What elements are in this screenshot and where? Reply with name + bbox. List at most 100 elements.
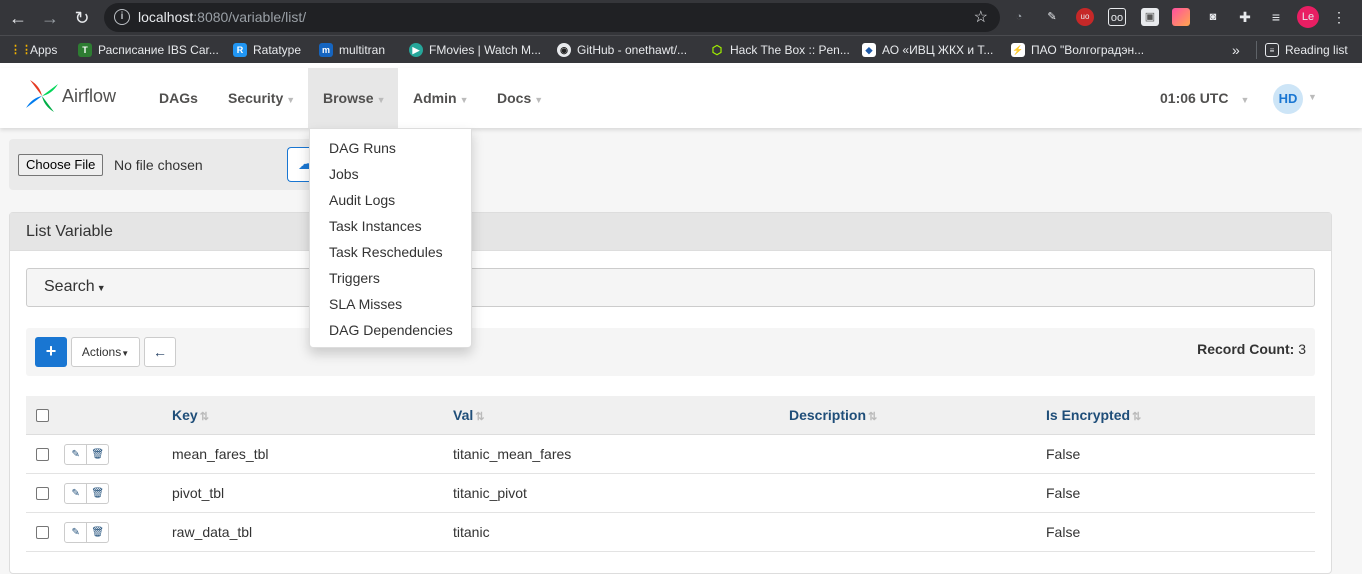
nav-label: DAGs [159,90,198,106]
extension-icon[interactable] [1172,8,1190,26]
camera-icon[interactable]: ◙ [1204,8,1222,26]
bookmark-item[interactable]: ▶ FMovies | Watch M... [409,41,541,59]
choose-file-button[interactable]: Choose File [18,154,104,176]
bookmark-apps[interactable]: ⋮⋮ Apps [10,41,57,59]
bookmark-item[interactable]: T Расписание IBS Car... [78,41,219,59]
nav-dags[interactable]: DAGs [144,68,213,128]
extension-icon[interactable]: oo [1108,8,1126,26]
panel-title: List Variable [10,213,1331,251]
airflow-logo-icon[interactable] [24,78,60,114]
record-count: Record Count: 3 [1197,341,1306,357]
edit-icon[interactable]: ✎ [65,445,86,464]
media-queue-icon[interactable]: ≡ [1267,8,1285,26]
menu-item-triggers[interactable]: Triggers [310,265,471,291]
menu-item-dag-runs[interactable]: DAG Runs [310,135,471,161]
reading-list-button[interactable]: ≡ Reading list [1256,41,1348,59]
back-arrow-icon[interactable]: ← [6,6,30,30]
address-bar[interactable]: i localhost:8080/variable/list/ ☆ [104,3,1000,32]
menu-item-task-instances[interactable]: Task Instances [310,213,471,239]
more-bookmarks-button[interactable]: » [1232,41,1240,59]
trash-icon[interactable]: 🗑 [86,445,108,464]
row-checkbox[interactable] [36,526,49,539]
add-record-button[interactable]: + [35,337,67,367]
action-toolbar: + Actions▼ ← Record Count: 3 [26,328,1315,376]
actions-dropdown-button[interactable]: Actions▼ [71,337,140,367]
edit-icon[interactable]: ✎ [65,523,86,542]
row-actions: ✎ 🗑 [64,483,109,504]
nav-docs[interactable]: Docs ▼ [482,68,558,128]
row-checkbox[interactable] [36,448,49,461]
variables-table: Key ⇅ Val ⇅ Description ⇅ Is Encrypted ⇅ ✎ 🗑 … [26,396,1315,552]
column-header-description[interactable]: Description ⇅ [789,396,877,435]
bookmark-favicon-icon: ▶ [409,43,423,57]
column-header-is-encrypted[interactable]: Is Encrypted ⇅ [1046,396,1141,435]
apps-grid-icon: ⋮⋮ [10,44,32,56]
table-row: ✎ 🗑 mean_fares_tbl titanic_mean_fares Fal… [26,435,1315,474]
extension-icon[interactable]: ✎ [1043,8,1061,26]
trash-icon[interactable]: 🗑 [86,484,108,503]
header-label: Description [789,407,867,423]
menu-item-sla-misses[interactable]: SLA Misses [310,291,471,317]
menu-item-task-reschedules[interactable]: Task Reschedules [310,239,471,265]
edit-icon[interactable]: ✎ [65,484,86,503]
bookmark-favicon-icon: ◆ [862,43,876,57]
url-text: localhost:8080/variable/list/ [138,9,307,25]
extension-icon[interactable]: ◔ [1010,8,1028,26]
cell-is-encrypted: False [1046,446,1081,462]
browser-toolbar: ← → ↻ i localhost:8080/variable/list/ ☆ … [0,0,1362,35]
bookmark-item[interactable]: ⚡ ПАО "Волгоградэн... [1011,41,1144,59]
bookmark-item[interactable]: ⬡ Hack The Box :: Pen... [710,41,850,59]
bookmark-item[interactable]: ◉ GitHub - onethawt/... [557,41,687,59]
search-dropdown-toggle[interactable]: Search ▼ [44,278,106,296]
reload-icon[interactable]: ↻ [70,6,94,30]
table-row: ✎ 🗑 pivot_tbl titanic_pivot False [26,474,1315,513]
brand-name[interactable]: Airflow [62,86,116,107]
extension-icon[interactable]: ▣ [1141,8,1159,26]
search-label: Search [44,278,95,295]
puzzle-icon[interactable]: ✚ [1236,8,1254,26]
forward-arrow-icon[interactable]: → [38,6,62,30]
browse-dropdown-menu: DAG Runs Jobs Audit Logs Task Instances … [309,128,472,348]
bookmark-label: Ratatype [253,43,302,57]
hackthebox-icon: ⬡ [711,43,723,57]
site-info-icon[interactable]: i [114,9,130,25]
nav-security[interactable]: Security ▼ [213,68,310,128]
nav-admin[interactable]: Admin ▼ [398,68,483,128]
row-actions: ✎ 🗑 [64,522,109,543]
caret-down-icon: ▼ [96,283,106,293]
cell-key: raw_data_tbl [172,524,253,540]
user-avatar[interactable]: HD [1273,84,1303,114]
row-checkbox[interactable] [36,487,49,500]
menu-item-jobs[interactable]: Jobs [310,161,471,187]
menu-item-dag-dependencies[interactable]: DAG Dependencies [310,317,471,343]
menu-item-audit-logs[interactable]: Audit Logs [310,187,471,213]
reading-list-label: Reading list [1285,43,1348,57]
bookmark-favicon-icon: ⚡ [1011,43,1025,57]
caret-down-icon: ▼ [459,95,469,105]
back-button[interactable]: ← [144,337,176,367]
record-count-label: Record Count: [1197,341,1295,357]
bookmark-star-icon[interactable]: ☆ [974,7,988,27]
caret-down-icon[interactable]: ▼ [1308,92,1317,102]
bookmark-label: АО «ИВЦ ЖКХ и Т... [882,43,994,57]
column-header-val[interactable]: Val ⇅ [453,396,484,435]
trash-icon[interactable]: 🗑 [86,523,108,542]
bookmark-item[interactable]: ◆ АО «ИВЦ ЖКХ и Т... [862,41,993,59]
kebab-menu-icon[interactable]: ⋮ [1330,8,1348,26]
bookmark-item[interactable]: m multitran [319,41,385,59]
select-all-checkbox[interactable] [36,409,49,422]
github-icon: ◉ [557,43,571,57]
column-header-key[interactable]: Key ⇅ [172,396,209,435]
ublock-icon[interactable]: uo [1076,8,1094,26]
sort-icon: ⇅ [868,411,878,423]
caret-down-icon: ▼ [1240,95,1250,105]
caret-down-icon: ▼ [286,95,296,105]
record-count-value: 3 [1298,341,1306,357]
header-label: Is Encrypted [1046,407,1131,423]
list-variable-panel: List Variable Search ▼ + Actions▼ ← Recor… [9,212,1332,574]
bookmark-item[interactable]: R Ratatype [233,41,301,59]
profile-avatar[interactable]: Le [1297,6,1319,28]
nav-browse[interactable]: Browse ▼ [308,68,398,128]
header-label: Val [453,407,474,423]
utc-clock[interactable]: 01:06 UTC ▼ [1160,68,1249,130]
